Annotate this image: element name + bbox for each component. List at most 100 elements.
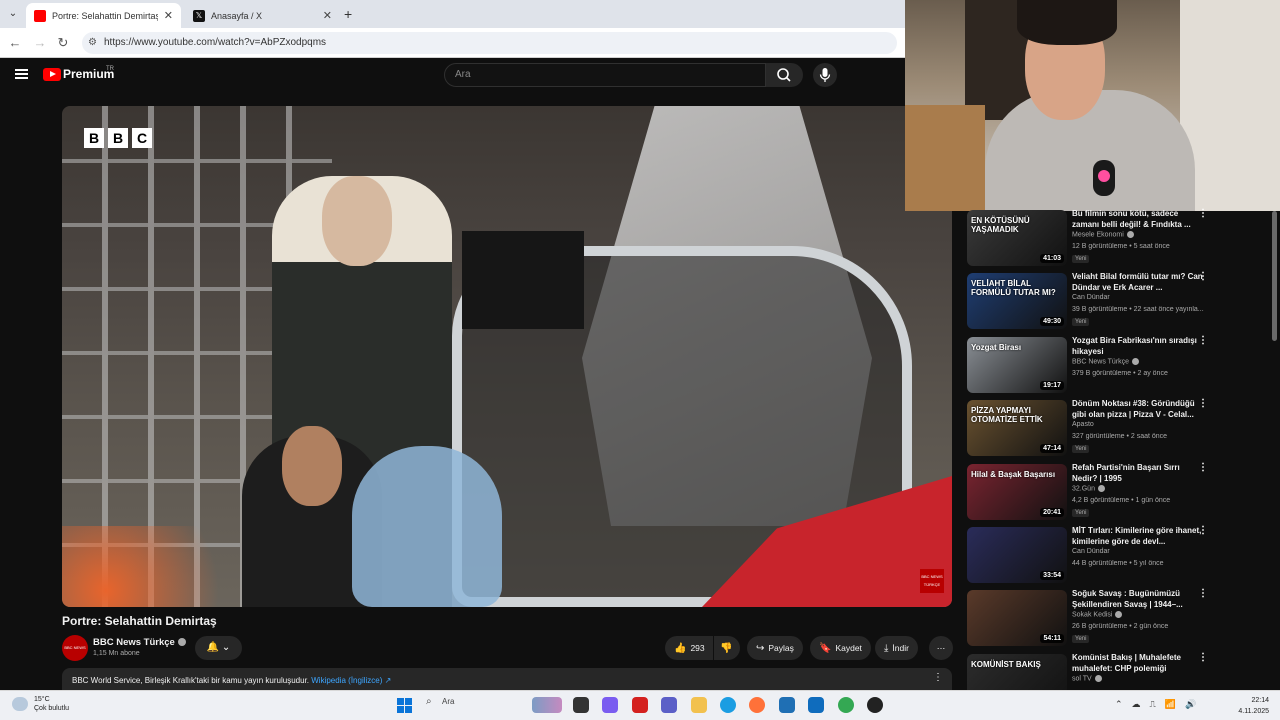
- firefox-icon[interactable]: [749, 697, 766, 713]
- menu-icon[interactable]: [15, 69, 28, 79]
- chrome-icon[interactable]: [837, 697, 854, 713]
- channel-avatar[interactable]: BBC NEWS: [62, 635, 88, 661]
- acrobat-icon[interactable]: [631, 697, 648, 713]
- wikipedia-link[interactable]: Wikipedia (İngilizce) ↗: [311, 676, 391, 685]
- save-button[interactable]: 🔖 Kaydet: [810, 636, 871, 660]
- recommendation-title[interactable]: Komünist Bakış | Muhalefete muhalefet: C…: [1072, 652, 1204, 674]
- youtube-logo-icon[interactable]: [43, 68, 61, 81]
- teams-icon[interactable]: [661, 697, 678, 713]
- copilot-icon[interactable]: [602, 697, 619, 713]
- video-thumbnail[interactable]: Hilal & Başak Başarısı 20:41: [967, 463, 1067, 520]
- description-box[interactable]: BBC World Service, Birleşik Krallık'taki…: [62, 668, 952, 690]
- more-vertical-icon[interactable]: ⋮: [1198, 462, 1208, 473]
- recommendation-title[interactable]: MİT Tırları: Kimilerine göre ihanet, kim…: [1072, 525, 1204, 547]
- url-field[interactable]: ⚙ https://www.youtube.com/watch?v=AbPZxo…: [82, 32, 897, 54]
- recommendation-meta: 327 görüntüleme • 2 saat önce: [1072, 433, 1168, 441]
- share-button[interactable]: ↪ Paylaş: [747, 636, 803, 660]
- recommendation-channel-name[interactable]: sol TV: [1072, 675, 1092, 682]
- recommendation-channel[interactable]: Sokak Kedisi: [1072, 611, 1123, 619]
- site-info-icon[interactable]: ⚙: [88, 32, 97, 54]
- task-view-icon[interactable]: [573, 697, 589, 713]
- search-button[interactable]: [766, 63, 803, 87]
- tab-x[interactable]: 𝕏 Anasayfa / X ✕: [185, 3, 340, 28]
- recommendation-title[interactable]: Soğuk Savaş : Bugünümüzü Şekillendiren S…: [1072, 588, 1204, 610]
- more-vertical-icon[interactable]: ⋮: [933, 672, 943, 683]
- recommendation-channel-name[interactable]: Apasto: [1072, 421, 1094, 428]
- more-vertical-icon[interactable]: ⋮: [1198, 652, 1208, 663]
- recommendation-title[interactable]: Refah Partisi'nin Başarı Sırrı Nedir? | …: [1072, 462, 1204, 484]
- recommendation-channel-name[interactable]: 32.Gün: [1072, 485, 1095, 492]
- reload-icon[interactable]: ↻: [54, 34, 72, 52]
- back-arrow-icon[interactable]: ←: [6, 34, 24, 52]
- recommendation-channel[interactable]: Apasto: [1072, 421, 1094, 428]
- tab-title: Portre: Selahattin Demirtaş - Yo: [52, 10, 158, 21]
- more-vertical-icon[interactable]: ⋮: [1198, 208, 1208, 219]
- voice-search-button[interactable]: [813, 63, 837, 87]
- recommendation-item[interactable]: Yozgat Birası 19:17 Yozgat Bira Fabrikası'…: [967, 333, 1267, 396]
- search-input[interactable]: Ara: [444, 63, 766, 87]
- subscription-bell-button[interactable]: 🔔 ⌄: [195, 636, 242, 660]
- tab-youtube[interactable]: Portre: Selahattin Demirtaş - Yo ✕: [26, 3, 181, 28]
- page-scrollbar[interactable]: [1272, 211, 1277, 341]
- dislike-button[interactable]: 👎: [714, 636, 740, 660]
- explorer-icon[interactable]: [690, 697, 707, 713]
- weather-widget[interactable]: 15°C Çok bulutlu: [12, 695, 69, 713]
- video-thumbnail[interactable]: EN KÖTÜSÜNÜ YAŞAMADIK 41:03: [967, 210, 1067, 266]
- forward-arrow-icon[interactable]: →: [31, 34, 49, 52]
- video-player[interactable]: B B C BBC NEWS TÜRKÇE: [62, 106, 952, 607]
- download-button[interactable]: ⤓ İndir: [875, 636, 918, 660]
- recommendation-item[interactable]: VELİAHT BİLAL FORMÜLÜ TUTAR MI? 49:30 Veli…: [967, 269, 1267, 332]
- recommendation-channel[interactable]: Can Dündar: [1072, 294, 1110, 301]
- recommendation-channel[interactable]: 32.Gün: [1072, 484, 1105, 492]
- more-vertical-icon[interactable]: ⋮: [1198, 398, 1208, 409]
- recommendation-channel[interactable]: Can Dündar: [1072, 548, 1110, 555]
- more-actions-button[interactable]: ⋯: [929, 636, 953, 660]
- recommendation-title[interactable]: Veliaht Bilal formülü tutar mı? Can Dünd…: [1072, 271, 1204, 293]
- more-vertical-icon[interactable]: ⋮: [1198, 588, 1208, 599]
- recommendation-channel-name[interactable]: Can Dündar: [1072, 294, 1110, 301]
- close-tab-icon[interactable]: ✕: [164, 9, 173, 22]
- recommendation-channel[interactable]: BBC News Türkçe: [1072, 357, 1140, 365]
- channel-name-text[interactable]: BBC News Türkçe: [93, 637, 175, 648]
- recommendation-channel-name[interactable]: Sokak Kedisi: [1072, 612, 1112, 619]
- recommendation-item[interactable]: EN KÖTÜSÜNÜ YAŞAMADIK 41:03 Bu filmin sonu…: [967, 206, 1267, 269]
- channel-watermark[interactable]: BBC NEWS TÜRKÇE: [920, 569, 944, 593]
- new-tab-icon[interactable]: +: [344, 6, 352, 22]
- start-button[interactable]: [397, 698, 412, 713]
- more-vertical-icon[interactable]: ⋮: [1198, 335, 1208, 346]
- video-thumbnail[interactable]: Yozgat Birası 19:17: [967, 336, 1067, 393]
- more-vertical-icon[interactable]: ⋮: [1198, 525, 1208, 536]
- like-count: 293: [690, 643, 705, 653]
- video-thumbnail[interactable]: 33:54: [967, 526, 1067, 583]
- widgets-icon[interactable]: [532, 697, 562, 713]
- video-thumbnail[interactable]: PİZZA YAPMAYI OTOMATİZE ETTİK 47:14: [967, 400, 1067, 457]
- outlook-icon[interactable]: [808, 697, 825, 713]
- recommendation-channel[interactable]: Mesele Ekonomi: [1072, 231, 1134, 238]
- video-thumbnail[interactable]: VELİAHT BİLAL FORMÜLÜ TUTAR MI? 49:30: [967, 273, 1067, 330]
- like-button[interactable]: 👍 293: [665, 636, 713, 660]
- recommendation-item[interactable]: 54:11 Soğuk Savaş : Bugünümüzü Şekillendi…: [967, 586, 1267, 649]
- tab-search-chevron-icon[interactable]: ⌄: [4, 5, 22, 23]
- recommendation-title[interactable]: Bu filmin sonu kötü, sadece zamanı belli…: [1072, 208, 1204, 230]
- recommendation-title[interactable]: Dönüm Noktası #38: Göründüğü gibi olan p…: [1072, 398, 1204, 420]
- vscode-icon[interactable]: [778, 697, 795, 713]
- clock[interactable]: 22:14 4.11.2025: [1221, 695, 1269, 717]
- recommendation-channel[interactable]: sol TV: [1072, 674, 1102, 682]
- recommendation-title[interactable]: Yozgat Bira Fabrikası'nın sıradışı hikay…: [1072, 335, 1204, 357]
- close-tab-icon[interactable]: ✕: [323, 9, 332, 22]
- video-thumbnail[interactable]: 54:11: [967, 590, 1067, 647]
- edge-icon[interactable]: [720, 697, 736, 713]
- channel-name[interactable]: BBC News Türkçe: [93, 637, 186, 648]
- thumbnail-text: EN KÖTÜSÜNÜ YAŞAMADIK: [971, 216, 1030, 234]
- recommendation-channel-name[interactable]: BBC News Türkçe: [1072, 358, 1129, 365]
- recommendation-channel-name[interactable]: Can Dündar: [1072, 548, 1110, 555]
- obs-icon[interactable]: [867, 697, 883, 713]
- recommendation-item[interactable]: PİZZA YAPMAYI OTOMATİZE ETTİK 47:14 Dönüm …: [967, 396, 1267, 459]
- recommendation-item[interactable]: 33:54 MİT Tırları: Kimilerine göre ihanet…: [967, 523, 1267, 586]
- system-tray[interactable]: ⌃☁⎍📶🔊: [1115, 699, 1205, 710]
- recommendation-channel-name[interactable]: Mesele Ekonomi: [1072, 231, 1124, 238]
- more-vertical-icon[interactable]: ⋮: [1198, 271, 1208, 282]
- recommendation-item[interactable]: Hilal & Başak Başarısı 20:41 Refah Partisi…: [967, 460, 1267, 523]
- taskbar-search[interactable]: ⌕ Ara: [426, 696, 454, 707]
- recommendation-meta: 4,2 B görüntüleme • 1 gün önce: [1072, 496, 1171, 504]
